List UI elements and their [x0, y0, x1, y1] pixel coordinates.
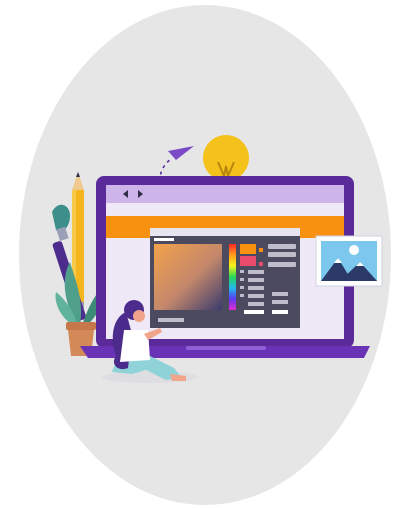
color-picker-icon [150, 228, 300, 328]
illustration [19, 5, 391, 505]
image-icon [315, 235, 383, 287]
